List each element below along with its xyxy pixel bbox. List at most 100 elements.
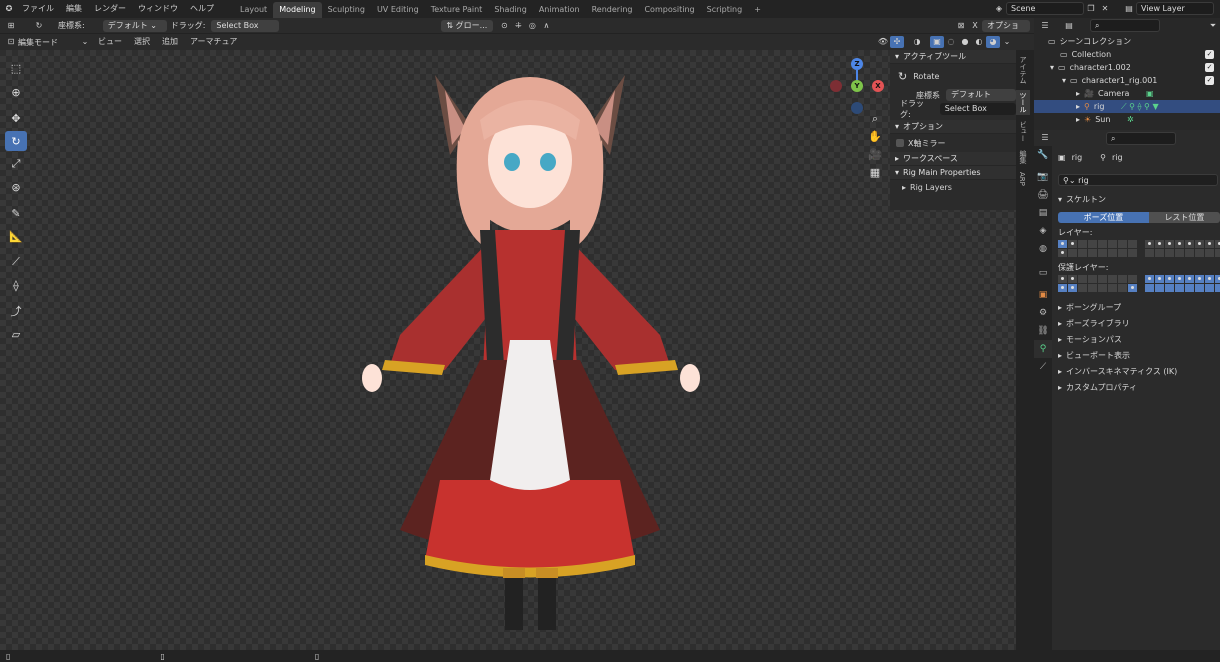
- collection-tab-icon[interactable]: ▭: [1034, 264, 1052, 282]
- world-tab-icon[interactable]: ◍: [1034, 240, 1052, 258]
- outliner-search-input[interactable]: ⌕: [1090, 19, 1160, 32]
- scene-tab-icon[interactable]: ◈: [1034, 222, 1052, 240]
- camera-view-icon[interactable]: 🎥: [866, 146, 884, 164]
- edit-mode-icon[interactable]: ⊡: [4, 36, 18, 48]
- tab-edit[interactable]: 編集: [1016, 148, 1030, 166]
- shading-options-icon[interactable]: ⌄: [1000, 36, 1014, 48]
- cursor-tool-icon[interactable]: ⊕: [5, 82, 27, 102]
- visibility-checkbox[interactable]: ✓: [1205, 76, 1214, 85]
- gizmo-icon[interactable]: ✣: [890, 36, 904, 48]
- constraint-tab-icon[interactable]: ⛓: [1034, 322, 1052, 340]
- tab-uv-editing[interactable]: UV Editing: [371, 2, 425, 18]
- close-icon[interactable]: ✕: [1098, 3, 1112, 15]
- annotate-tool-icon[interactable]: ✎: [5, 203, 27, 223]
- proportional-edit-icon[interactable]: ◎: [525, 20, 539, 32]
- menu-view[interactable]: ビュー: [92, 33, 128, 51]
- visibility-icon[interactable]: 👁: [876, 36, 890, 48]
- x-mirror-row[interactable]: X軸ミラー: [890, 134, 1016, 152]
- tab-shading[interactable]: Shading: [488, 2, 533, 18]
- orientation-dropdown[interactable]: デフォルト: [946, 89, 1016, 101]
- gizmo-neg-x[interactable]: [830, 80, 842, 92]
- protected-layers-grid-right[interactable]: [1145, 275, 1220, 292]
- bone-size-tool-icon[interactable]: ⟠: [5, 275, 27, 295]
- editor-type-icon[interactable]: ☰: [1038, 132, 1052, 144]
- mode-dropdown[interactable]: 編集モード: [18, 37, 78, 48]
- transform-orientation-dropdown[interactable]: ⇅ グロー...: [441, 19, 494, 32]
- blender-logo-icon[interactable]: ✪: [2, 3, 16, 15]
- bone-tab-icon[interactable]: ⟋: [1034, 358, 1052, 376]
- tab-view[interactable]: ビュー: [1016, 119, 1030, 144]
- armature-data-tab-icon[interactable]: ⚲: [1034, 340, 1052, 358]
- viewport-display-section[interactable]: ▸ ビューポート表示: [1052, 348, 1220, 364]
- object-tab-icon[interactable]: ▣: [1034, 286, 1052, 304]
- x-mirror-checkbox[interactable]: [896, 139, 904, 147]
- snap-icon[interactable]: ⁜: [511, 20, 525, 32]
- menu-edit[interactable]: 編集: [60, 0, 88, 18]
- move-tool-icon[interactable]: ✥: [5, 108, 27, 128]
- filter-icon[interactable]: ⏷: [1206, 20, 1220, 32]
- extrude-tool-icon[interactable]: ⤴: [5, 301, 27, 321]
- tab-arp[interactable]: ARP: [1016, 170, 1028, 188]
- xray-icon[interactable]: ▣: [930, 36, 944, 48]
- overlay-icon[interactable]: ◑: [910, 36, 924, 48]
- rotate-tool-icon[interactable]: ↻: [5, 131, 27, 151]
- camera-data-icon[interactable]: ▣: [1146, 89, 1154, 98]
- drag-dropdown[interactable]: Select Box: [939, 103, 1016, 115]
- tab-animation[interactable]: Animation: [533, 2, 586, 18]
- outliner-scene-collection[interactable]: ▭ シーンコレクション: [1034, 35, 1220, 48]
- outliner-character1-rig[interactable]: ▾ ▭ character1_rig.001 ✓: [1034, 74, 1220, 87]
- tab-layout[interactable]: Layout: [234, 2, 273, 18]
- 3d-viewport[interactable]: ⬚ ⊕ ✥ ↻ ⤢ ⊛ ✎ 📐 ⟋ ⟠ ⤴ ▱ Z Y X ⌕ ✋ 🎥 ▦: [0, 50, 1034, 650]
- pose-library-section[interactable]: ▸ ポーズライブラリ: [1052, 316, 1220, 332]
- x-icon[interactable]: X: [968, 20, 982, 32]
- layers-grid-right[interactable]: [1145, 240, 1220, 257]
- view-layer-tab-icon[interactable]: ▤: [1034, 204, 1052, 222]
- gizmo-neg-z[interactable]: [851, 102, 863, 114]
- outliner-camera[interactable]: ▸ 🎥 Camera ▣: [1034, 87, 1220, 100]
- tab-texture-paint[interactable]: Texture Paint: [425, 2, 489, 18]
- tab-rendering[interactable]: Rendering: [586, 2, 639, 18]
- tab-item[interactable]: アイテム: [1016, 54, 1030, 86]
- skeleton-section-header[interactable]: ▾ スケルトン: [1052, 192, 1220, 208]
- measure-tool-icon[interactable]: 📐: [5, 226, 27, 246]
- tab-modeling[interactable]: Modeling: [273, 1, 322, 18]
- menu-select[interactable]: 選択: [128, 33, 156, 51]
- select-box-tool-icon[interactable]: ⬚: [5, 58, 27, 78]
- breadcrumb-object[interactable]: rig: [1072, 153, 1083, 162]
- gizmo-x-axis[interactable]: X: [872, 80, 884, 92]
- menu-armature[interactable]: アーマチュア: [184, 33, 243, 51]
- tab-tool[interactable]: ツール: [1016, 90, 1030, 115]
- breadcrumb-data[interactable]: rig: [1112, 153, 1123, 162]
- layers-grid-left[interactable]: [1058, 240, 1137, 257]
- properties-search-input[interactable]: ⌕: [1106, 131, 1176, 145]
- options-header[interactable]: ▾ オプション: [890, 120, 1016, 134]
- scene-icon[interactable]: ◈: [992, 3, 1006, 15]
- menu-help[interactable]: ヘルプ: [184, 0, 220, 18]
- active-tool-row[interactable]: ↻ Rotate: [890, 64, 1016, 88]
- tab-sculpting[interactable]: Sculpting: [322, 2, 371, 18]
- rest-position-button[interactable]: レスト位置: [1148, 211, 1220, 223]
- visibility-checkbox[interactable]: ✓: [1205, 50, 1214, 59]
- menu-render[interactable]: レンダー: [88, 0, 132, 18]
- armature-data-field[interactable]: ⚲⌄ rig: [1058, 174, 1218, 186]
- bone-groups-section[interactable]: ▸ ボーングループ: [1052, 300, 1220, 316]
- view-layer-field[interactable]: View Layer: [1136, 2, 1214, 15]
- render-tab-icon[interactable]: 📷: [1034, 168, 1052, 186]
- custom-properties-section[interactable]: ▸ カスタムプロパティ: [1052, 380, 1220, 396]
- tab-scripting[interactable]: Scripting: [701, 2, 749, 18]
- pan-hand-icon[interactable]: ✋: [866, 128, 884, 146]
- scene-name-field[interactable]: Scene: [1006, 2, 1084, 15]
- editor-type-icon[interactable]: ☰: [1038, 20, 1052, 32]
- rotate-tool-icon[interactable]: ↻: [32, 20, 46, 32]
- scale-tool-icon[interactable]: ⤢: [5, 154, 27, 174]
- outliner-sun[interactable]: ▸ ☀ Sun ✲: [1034, 113, 1220, 126]
- navigation-gizmo[interactable]: Z Y X: [830, 58, 890, 114]
- rendered-shading-icon[interactable]: ◕: [986, 36, 1000, 48]
- transform-tool-icon[interactable]: ⊛: [5, 177, 27, 197]
- perspective-grid-icon[interactable]: ▦: [866, 164, 884, 182]
- modifier-tab-icon[interactable]: ⚙: [1034, 304, 1052, 322]
- drag-dropdown[interactable]: Select Box: [211, 19, 280, 32]
- rig-layers-row[interactable]: ▸ Rig Layers: [890, 180, 1016, 195]
- motion-paths-section[interactable]: ▸ モーションパス: [1052, 332, 1220, 348]
- protected-layers-grid-left[interactable]: [1058, 275, 1137, 292]
